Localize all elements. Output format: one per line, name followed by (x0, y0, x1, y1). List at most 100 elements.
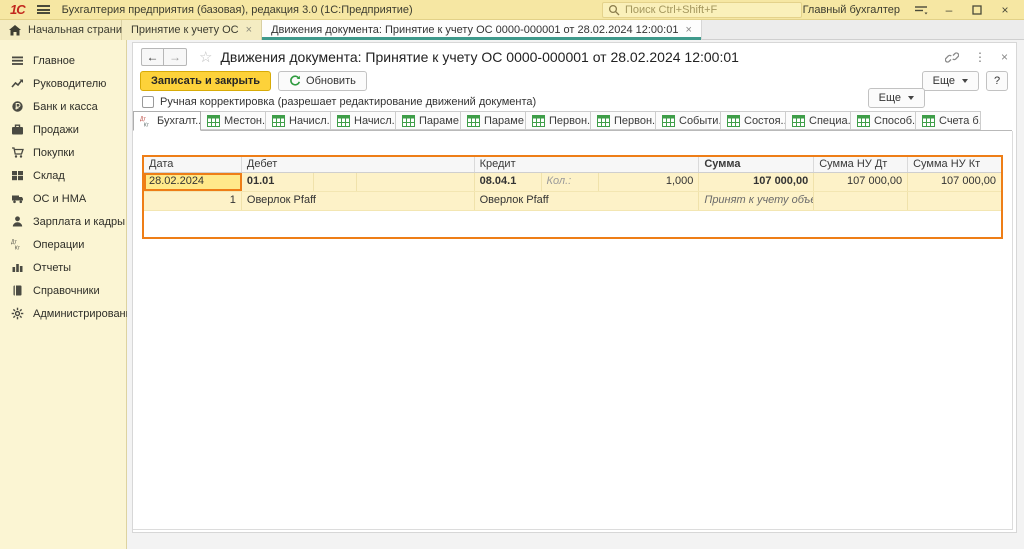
register-tab-states[interactable]: Состоя... (721, 111, 786, 130)
register-tab-location[interactable]: Местон... (201, 111, 266, 130)
cell-empty[interactable] (908, 192, 1001, 210)
register-table-icon (922, 115, 935, 127)
main-title-bar: 1С Бухгалтерия предприятия (базовая), ре… (0, 0, 1024, 20)
more-button-form[interactable]: Еще (922, 71, 979, 91)
register-tab-special[interactable]: Специа... (786, 111, 851, 130)
main-menu-icon[interactable] (37, 5, 50, 14)
svg-text:Кт: Кт (15, 246, 21, 251)
register-table-icon (532, 115, 545, 127)
cell-sum-nu-kt[interactable]: 107 000,00 (908, 173, 1001, 191)
svg-text:Кт: Кт (144, 122, 150, 127)
dt-kt-icon: ДтКт (11, 238, 24, 251)
tab-document-movements[interactable]: Движения документа: Принятие к учету ОС … (262, 20, 702, 40)
sidebar-item-manager[interactable]: Руководителю (0, 72, 126, 95)
register-table-icon (792, 115, 805, 127)
close-form-icon[interactable]: × (1001, 50, 1008, 64)
tab-os-acceptance[interactable]: Принятие к учету ОС × (122, 20, 262, 40)
service-menu-icon[interactable] (914, 3, 928, 17)
get-link-icon[interactable] (945, 51, 959, 64)
coin-icon (11, 100, 24, 113)
register-table-icon (467, 115, 480, 127)
sidebar-item-payroll-hr[interactable]: Зарплата и кадры (0, 210, 126, 233)
cell-debit-empty[interactable] (314, 173, 357, 191)
cell-debit-empty[interactable] (357, 173, 475, 191)
register-table-icon (272, 115, 285, 127)
bar-chart-icon (11, 261, 24, 274)
sidebar-item-administration[interactable]: Администрирование (0, 302, 126, 325)
column-header-debit[interactable]: Дебет (242, 157, 475, 172)
sidebar-item-operations[interactable]: ДтКт Операции (0, 233, 126, 256)
search-placeholder: Поиск Ctrl+Shift+F (625, 4, 717, 16)
sidebar-item-reports[interactable]: Отчеты (0, 256, 126, 279)
column-header-credit[interactable]: Кредит (475, 157, 700, 172)
sidebar-item-purchases[interactable]: Покупки (0, 141, 126, 164)
global-search-input[interactable]: Поиск Ctrl+Shift+F (602, 2, 802, 18)
search-icon (607, 3, 621, 17)
sidebar-item-warehouse[interactable]: Склад (0, 164, 126, 187)
close-window-button[interactable]: × (998, 3, 1012, 17)
register-tab-accounts[interactable]: Счета б... (916, 111, 981, 130)
cell-credit-account[interactable]: 08.04.1 (475, 173, 542, 191)
table-row: 1 Оверлок Pfaff Оверлок Pfaff Принят к у… (144, 192, 1001, 211)
home-icon (9, 25, 21, 36)
column-header-sum-nu-dt[interactable]: Сумма НУ Дт (814, 157, 908, 172)
chevron-down-icon (908, 96, 914, 100)
cell-qty[interactable]: 1,000 (599, 173, 699, 191)
gear-icon (11, 307, 24, 320)
table-header-row: Дата Дебет Кредит Сумма Сумма НУ Дт Сумм… (144, 157, 1001, 173)
tab-close-icon[interactable]: × (685, 24, 691, 36)
manual-adjustment-checkbox[interactable] (142, 96, 154, 108)
cell-debit-subconto[interactable]: Оверлок Pfaff (242, 192, 475, 210)
column-header-date[interactable]: Дата (144, 157, 242, 172)
more-button-table[interactable]: Еще (868, 88, 925, 108)
register-tab-accounting[interactable]: ДтКт Бухгалт... (133, 111, 201, 131)
column-header-sum[interactable]: Сумма (699, 157, 814, 172)
document-movements-form: ← → ☆ Движения документа: Принятие к уче… (132, 42, 1017, 533)
cell-debit-account[interactable]: 01.01 (242, 173, 314, 191)
sidebar-item-main[interactable]: Главное (0, 49, 126, 72)
column-header-sum-nu-kt[interactable]: Сумма НУ Кт (908, 157, 1001, 172)
tab-close-icon[interactable]: × (246, 24, 252, 36)
sidebar-item-sales[interactable]: Продажи (0, 118, 126, 141)
nav-forward-button[interactable]: → (164, 48, 187, 66)
cell-qty-label[interactable]: Кол.: (542, 173, 600, 191)
save-and-close-button[interactable]: Записать и закрыть (140, 71, 271, 91)
table-empty-area[interactable] (144, 211, 1001, 237)
tab-home[interactable]: Начальная страница (0, 20, 122, 40)
register-tab-methods[interactable]: Способ... (851, 111, 916, 130)
register-tab-events[interactable]: Событи... (656, 111, 721, 130)
register-tab-initial-info-1[interactable]: Первон... (526, 111, 591, 130)
sidebar-item-directories[interactable]: Справочники (0, 279, 126, 302)
sidebar-item-fixed-assets[interactable]: ОС и НМА (0, 187, 126, 210)
register-tab-parameters-1[interactable]: Параме... (396, 111, 461, 130)
cell-credit-subconto[interactable]: Оверлок Pfaff (475, 192, 700, 210)
more-commands-icon[interactable]: ⋮ (974, 50, 986, 64)
cell-sum[interactable]: 107 000,00 (699, 173, 814, 191)
app-title: Бухгалтерия предприятия (базовая), редак… (62, 4, 413, 16)
refresh-button[interactable]: Обновить (278, 71, 367, 91)
trend-chart-icon (11, 77, 24, 90)
cell-note[interactable]: Принят к учету объе... (699, 192, 814, 210)
cell-empty[interactable] (814, 192, 908, 210)
book-icon (11, 284, 24, 297)
nav-back-button[interactable]: ← (141, 48, 164, 66)
add-to-favorites-icon[interactable]: ☆ (199, 48, 212, 66)
cell-date-selected[interactable]: 28.02.2024 (144, 173, 242, 191)
register-tab-depreciation-2[interactable]: Начисл... (331, 111, 396, 130)
cell-sum-nu-dt[interactable]: 107 000,00 (814, 173, 908, 191)
register-table-icon (857, 115, 870, 127)
cell-line-number[interactable]: 1 (144, 192, 242, 210)
dt-kt-icon: ДтКт (140, 115, 153, 128)
register-tab-depreciation-1[interactable]: Начисл... (266, 111, 331, 130)
manual-adjustment-label: Ручная корректировка (разрешает редактир… (160, 96, 536, 108)
current-user-label[interactable]: Главный бухгалтер (803, 4, 900, 16)
register-tab-parameters-2[interactable]: Параме... (461, 111, 526, 130)
sections-panel: Главное Руководителю Банк и касса Продаж… (0, 40, 127, 549)
table-row: 28.02.2024 01.01 08.04.1 Кол.: 1,000 107… (144, 173, 1001, 192)
minimize-button[interactable]: – (942, 3, 956, 17)
restore-window-button[interactable] (970, 3, 984, 17)
refresh-icon (289, 75, 301, 87)
help-button[interactable]: ? (986, 71, 1008, 91)
sidebar-item-bank-cash[interactable]: Банк и касса (0, 95, 126, 118)
register-tab-initial-info-2[interactable]: Первон... (591, 111, 656, 130)
